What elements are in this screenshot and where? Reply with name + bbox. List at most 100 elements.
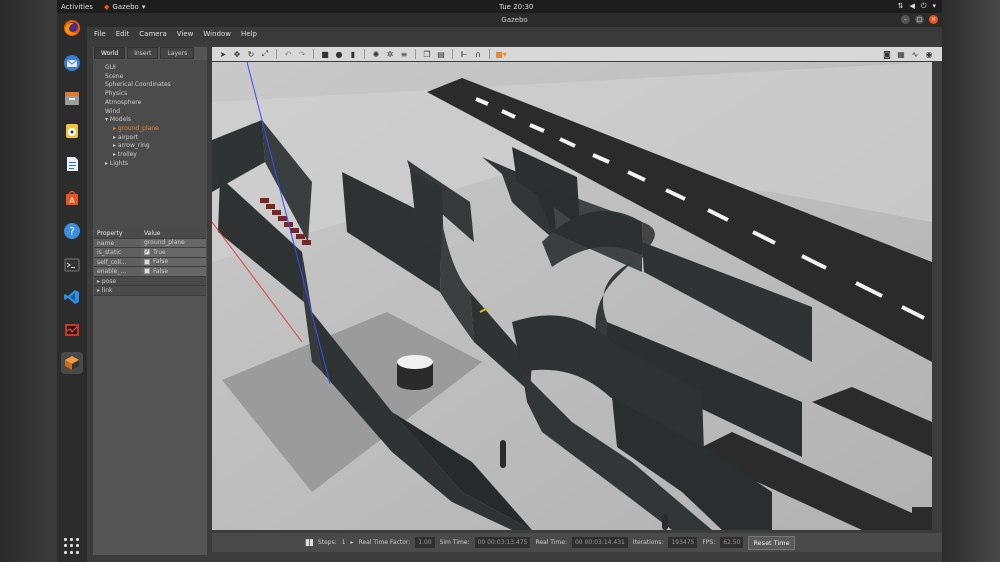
- tree-item-model-airport[interactable]: ▸ airport: [105, 134, 207, 143]
- rotate-mode-icon[interactable]: ↻: [246, 49, 256, 59]
- tree-item-wind[interactable]: Wind: [105, 108, 207, 117]
- tree-item-gui[interactable]: GUI: [105, 64, 207, 73]
- title-bar[interactable]: Gazebo – □ ×: [87, 13, 942, 27]
- software-center-icon[interactable]: A: [61, 187, 83, 209]
- steps-value[interactable]: 1: [342, 539, 346, 546]
- thunderbird-icon[interactable]: [61, 52, 83, 74]
- align-icon[interactable]: ⊩: [459, 49, 469, 59]
- screenshot-icon[interactable]: ◙: [882, 49, 892, 59]
- chevron-down-icon[interactable]: ▸: [351, 539, 354, 546]
- vscode-icon[interactable]: [61, 286, 83, 308]
- window-controls: – □ ×: [901, 15, 938, 24]
- fps-label: FPS:: [702, 539, 716, 546]
- box-shape-icon[interactable]: ■: [320, 49, 330, 59]
- tree-item-scene[interactable]: Scene: [105, 73, 207, 82]
- tab-layers[interactable]: Layers: [160, 47, 195, 59]
- tree-item-lights[interactable]: ▸ Lights: [105, 160, 207, 169]
- left-panel: World Insert Layers GUI Scene Spherical …: [93, 47, 207, 555]
- screen: Activities ◆ Gazebo ▾ Tue 20:30 ⇅ ◀ ⏻ ▾: [0, 0, 1000, 562]
- close-icon[interactable]: ×: [929, 15, 938, 24]
- sphere-shape-icon[interactable]: ●: [334, 49, 344, 59]
- maximize-icon[interactable]: □: [915, 15, 924, 24]
- property-key: enable_...: [94, 267, 141, 276]
- snap-icon[interactable]: ∩: [473, 49, 483, 59]
- menu-bar: File Edit Camera View Window Help: [87, 27, 942, 41]
- tab-world[interactable]: World: [94, 47, 126, 59]
- files-icon[interactable]: [61, 87, 83, 109]
- property-column-header: Property: [97, 230, 123, 237]
- property-key: name: [94, 238, 141, 247]
- change-view-icon[interactable]: ■▾: [495, 49, 507, 59]
- directional-light-icon[interactable]: ≡: [399, 49, 409, 59]
- property-key: is_static: [94, 248, 141, 257]
- checkbox[interactable]: [144, 268, 150, 275]
- tree-item-models[interactable]: ▾ Models: [105, 116, 207, 125]
- network-icon: ⇅: [897, 2, 904, 10]
- iterations-value: 193475: [668, 537, 698, 548]
- libreoffice-writer-icon[interactable]: [61, 153, 83, 175]
- reset-time-button[interactable]: Reset Time: [748, 535, 795, 550]
- copy-icon[interactable]: ❐: [422, 49, 432, 59]
- undo-icon[interactable]: ↶: [283, 49, 293, 59]
- spot-light-icon[interactable]: ✲: [385, 49, 395, 59]
- toolbar-separator: [276, 49, 277, 59]
- help-icon[interactable]: ?: [61, 220, 83, 242]
- pause-icon[interactable]: ▮▮: [305, 538, 314, 548]
- tab-insert[interactable]: Insert: [127, 47, 159, 59]
- checkbox[interactable]: [144, 258, 150, 265]
- dock: A ?: [57, 13, 87, 562]
- tree-item-spherical-coordinates[interactable]: Spherical Coordinates: [105, 81, 207, 90]
- property-group-link[interactable]: ▸ link: [94, 286, 206, 296]
- window-title: Gazebo: [501, 16, 528, 24]
- log-icon[interactable]: ▦: [896, 49, 906, 59]
- firefox-icon[interactable]: [61, 17, 83, 39]
- svg-text:A: A: [69, 196, 75, 205]
- tree-item-model-ground-plane[interactable]: ▸ ground_plane: [105, 125, 207, 134]
- plot-icon[interactable]: ∿: [910, 49, 920, 59]
- translate-mode-icon[interactable]: ✥: [232, 49, 242, 59]
- model-name: ground_plane: [117, 124, 159, 132]
- property-row: enable_... False: [94, 267, 206, 277]
- power-icon: ⏻: [920, 2, 927, 10]
- tree-item-physics[interactable]: Physics: [105, 90, 207, 99]
- terminal-icon[interactable]: [61, 254, 83, 276]
- redo-icon[interactable]: ↷: [297, 49, 307, 59]
- menu-file[interactable]: File: [94, 30, 106, 38]
- property-value[interactable]: ground_plane: [141, 239, 206, 248]
- checkbox-checked[interactable]: ✓: [144, 249, 150, 256]
- gazebo-app-icon: ◆: [104, 2, 110, 11]
- property-group-label: ▸ pose: [94, 277, 141, 286]
- select-mode-icon[interactable]: ➤: [218, 49, 228, 59]
- video-record-icon[interactable]: ◉: [924, 49, 934, 59]
- iterations-label: Iterations:: [632, 539, 664, 546]
- system-tray[interactable]: ⇅ ◀ ⏻ ▾: [898, 2, 936, 11]
- app-menu[interactable]: ◆ Gazebo ▾: [104, 3, 145, 11]
- gazebo-icon[interactable]: [61, 352, 83, 374]
- system-monitor-icon[interactable]: [61, 319, 83, 341]
- activities-button[interactable]: Activities: [61, 3, 93, 11]
- minimize-icon[interactable]: –: [901, 15, 910, 24]
- toolbar: ➤ ✥ ↻ ⤢ ↶ ↷ ■ ● ▮ ✺ ✲ ≡ ❐ ▤ ⊩ ∩ ■▾ ◙ ▦ ∿…: [212, 47, 942, 61]
- toolbar-separator: [364, 49, 365, 59]
- menu-window[interactable]: Window: [203, 30, 231, 38]
- cylinder-obstacle: [397, 355, 433, 390]
- cylinder-shape-icon[interactable]: ▮: [348, 49, 358, 59]
- menu-help[interactable]: Help: [241, 30, 257, 38]
- show-applications-icon[interactable]: [64, 538, 80, 554]
- menu-edit[interactable]: Edit: [116, 30, 130, 38]
- tree-item-model-arrow-ring[interactable]: ▸ arrow_ring: [105, 142, 207, 151]
- tree-item-model-trolley[interactable]: ▸ trolley: [105, 151, 207, 160]
- tree-item-atmosphere[interactable]: Atmosphere: [105, 99, 207, 108]
- rhythmbox-icon[interactable]: [61, 120, 83, 142]
- menu-camera[interactable]: Camera: [139, 30, 166, 38]
- property-table: Property Value name ground_plane is_stat…: [94, 229, 206, 296]
- fps-value: 62.50: [720, 537, 744, 548]
- rtf-value: 1.00: [415, 537, 435, 548]
- 3d-viewport[interactable]: [212, 62, 932, 530]
- point-light-icon[interactable]: ✺: [371, 49, 381, 59]
- menu-view[interactable]: View: [177, 30, 194, 38]
- scale-mode-icon[interactable]: ⤢: [260, 49, 270, 59]
- property-group-pose[interactable]: ▸ pose: [94, 276, 206, 286]
- clock[interactable]: Tue 20:30: [499, 3, 533, 11]
- paste-icon[interactable]: ▤: [436, 49, 446, 59]
